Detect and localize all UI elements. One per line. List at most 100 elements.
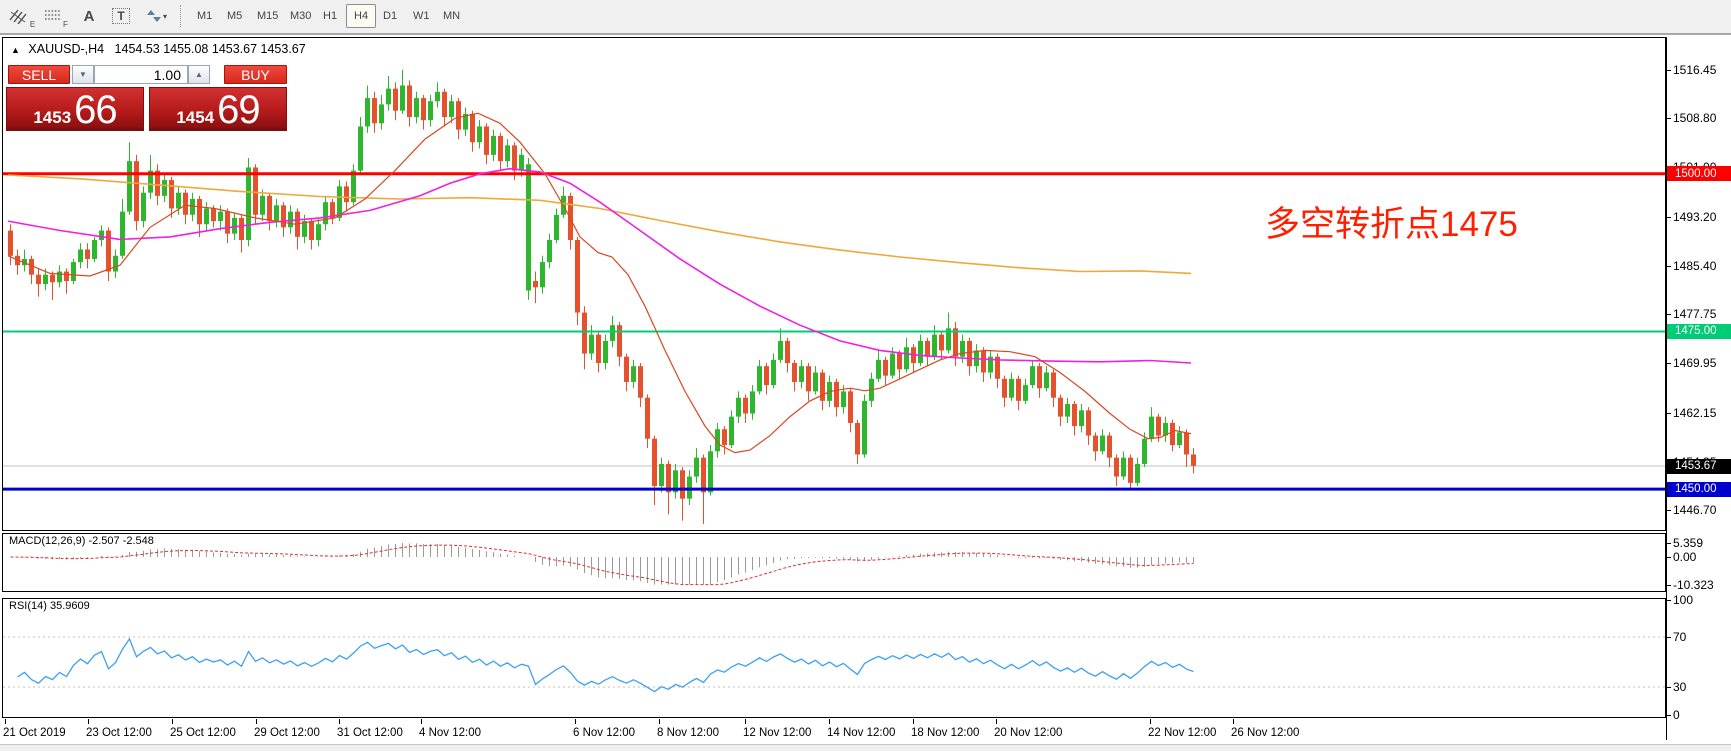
arrow-up-icon: ▲ bbox=[195, 70, 203, 79]
timeframe-button-m15[interactable]: M15 bbox=[250, 4, 285, 28]
letter-a-icon: A bbox=[84, 8, 95, 25]
rsi-tick-label: 30 bbox=[1673, 680, 1686, 694]
price-tick-mark bbox=[1666, 266, 1671, 267]
price-tick-mark bbox=[1666, 314, 1671, 315]
price-tick-mark bbox=[1666, 413, 1671, 414]
timeframe-button-h1[interactable]: H1 bbox=[316, 4, 344, 28]
timeframe-button-w1[interactable]: W1 bbox=[406, 4, 437, 28]
time-tick-mark bbox=[1150, 719, 1151, 724]
price-tick-mark bbox=[1666, 118, 1671, 119]
time-tick-mark bbox=[659, 719, 660, 724]
macd-tick-mark bbox=[1666, 543, 1671, 544]
toolbar: E F A T ▾ M1M5M15M30H1H4D1W1MN bbox=[0, 0, 1731, 33]
buy-price-panel[interactable]: 1454 69 bbox=[149, 87, 287, 131]
mt4-terminal: E F A T ▾ M1M5M15M30H1H4D1W1MN ▲ bbox=[0, 0, 1731, 751]
sell-button[interactable]: SELL bbox=[8, 65, 70, 84]
price-tick-mark bbox=[1666, 510, 1671, 511]
time-tick-label: 26 Nov 12:00 bbox=[1231, 727, 1299, 739]
sell-price-panel[interactable]: 1453 66 bbox=[6, 87, 144, 131]
collapse-panel-icon[interactable]: ▲ bbox=[11, 45, 20, 55]
crosshatch-icon bbox=[9, 8, 29, 24]
sell-price-small: 1453 bbox=[33, 108, 71, 128]
ohlc-values: 1454.53 1455.08 1453.67 1453.67 bbox=[115, 42, 306, 56]
price-tick-mark bbox=[1666, 70, 1671, 71]
rsi-tick-label: 70 bbox=[1673, 630, 1686, 644]
sell-price-big: 66 bbox=[74, 88, 117, 133]
sell-button-label: SELL bbox=[22, 67, 56, 83]
price-tick-mark bbox=[1666, 217, 1671, 218]
chart-title: ▲ XAUUSD-,H4 1454.53 1455.08 1453.67 145… bbox=[11, 42, 306, 56]
time-tick-label: 8 Nov 12:00 bbox=[657, 727, 719, 739]
price-tick-label: 1516.45 bbox=[1673, 63, 1716, 77]
macd-canvas[interactable] bbox=[3, 534, 1665, 591]
text-tool-button[interactable]: T bbox=[108, 3, 134, 29]
price-tick-label: 1469.95 bbox=[1673, 356, 1716, 370]
crosshatch-pattern-tool-button[interactable]: E bbox=[8, 3, 36, 29]
tool-sub-label: F bbox=[63, 20, 68, 29]
time-tick-mark bbox=[1233, 719, 1234, 724]
main-chart-panel: ▲ XAUUSD-,H4 1454.53 1455.08 1453.67 145… bbox=[2, 37, 1666, 531]
time-tick-label: 22 Nov 12:00 bbox=[1148, 727, 1216, 739]
timeframe-button-mn[interactable]: MN bbox=[436, 4, 467, 28]
time-tick-label: 18 Nov 12:00 bbox=[911, 727, 979, 739]
time-tick-label: 31 Oct 12:00 bbox=[337, 727, 403, 739]
time-tick-mark bbox=[575, 719, 576, 724]
volume-decrease-button[interactable]: ▼ bbox=[72, 65, 94, 84]
chart-text-annotation[interactable]: 多空转折点1475 bbox=[1265, 196, 1518, 247]
macd-tick-label: 0.00 bbox=[1673, 550, 1696, 564]
time-tick-mark bbox=[88, 719, 89, 724]
price-tick-mark bbox=[1666, 363, 1671, 364]
buy-button[interactable]: BUY bbox=[224, 65, 287, 84]
time-tick-label: 12 Nov 12:00 bbox=[743, 727, 811, 739]
timeframe-button-m30[interactable]: M30 bbox=[283, 4, 318, 28]
time-tick-label: 6 Nov 12:00 bbox=[573, 727, 635, 739]
timeframe-button-m5[interactable]: M5 bbox=[220, 4, 249, 28]
price-tick-label: 1485.40 bbox=[1673, 259, 1716, 273]
hline-price-badge[interactable]: 1475.00 bbox=[1667, 324, 1731, 339]
rsi-canvas[interactable] bbox=[3, 599, 1665, 717]
macd-tick-mark bbox=[1666, 585, 1671, 586]
arrow-down-icon: ▼ bbox=[79, 70, 87, 79]
time-tick-label: 21 Oct 2019 bbox=[3, 727, 66, 739]
volume-input[interactable] bbox=[94, 65, 188, 84]
rsi-tick-label: 0 bbox=[1673, 708, 1680, 722]
tool-sub-label: E bbox=[30, 20, 35, 29]
hline-price-badge[interactable]: 1500.00 bbox=[1667, 166, 1731, 181]
macd-label: MACD(12,26,9) -2.507 -2.548 bbox=[9, 535, 154, 547]
timeframe-button-d1[interactable]: D1 bbox=[376, 4, 404, 28]
letter-t-icon: T bbox=[112, 8, 129, 24]
rsi-panel: RSI(14) 35.9609 bbox=[2, 598, 1666, 718]
macd-panel: MACD(12,26,9) -2.507 -2.548 bbox=[2, 533, 1666, 592]
time-tick-mark bbox=[996, 719, 997, 724]
time-tick-mark bbox=[913, 719, 914, 724]
arrange-arrows-icon bbox=[147, 9, 161, 23]
timeframe-button-h4[interactable]: H4 bbox=[346, 4, 376, 28]
time-tick-label: 4 Nov 12:00 bbox=[419, 727, 481, 739]
time-tick-label: 25 Oct 12:00 bbox=[170, 727, 236, 739]
timeframe-button-m1[interactable]: M1 bbox=[190, 4, 219, 28]
time-tick-mark bbox=[5, 719, 6, 724]
status-bar-strip bbox=[0, 744, 1731, 751]
grid-pattern-tool-button[interactable]: F bbox=[42, 3, 70, 29]
price-scale-axis-line bbox=[1666, 37, 1667, 740]
grid-icon bbox=[44, 9, 62, 23]
time-tick-mark bbox=[172, 719, 173, 724]
rsi-tick-mark bbox=[1666, 687, 1671, 688]
price-tick-label: 1493.20 bbox=[1673, 210, 1716, 224]
time-tick-label: 20 Nov 12:00 bbox=[994, 727, 1062, 739]
macd-tick-label: 5.359 bbox=[1673, 536, 1703, 550]
price-tick-label: 1508.80 bbox=[1673, 111, 1716, 125]
toolbar-separator bbox=[180, 5, 181, 27]
price-tick-label: 1477.75 bbox=[1673, 307, 1716, 321]
hline-price-badge[interactable]: 1450.00 bbox=[1667, 482, 1731, 497]
time-tick-mark bbox=[829, 719, 830, 724]
price-tick-label: 1462.15 bbox=[1673, 406, 1716, 420]
rsi-tick-mark bbox=[1666, 637, 1671, 638]
rsi-tick-mark bbox=[1666, 715, 1671, 716]
volume-increase-button[interactable]: ▲ bbox=[188, 65, 210, 84]
buy-button-label: BUY bbox=[241, 67, 270, 83]
chevron-down-icon: ▾ bbox=[163, 12, 167, 21]
arrange-objects-tool-button[interactable]: ▾ bbox=[140, 3, 174, 29]
text-label-tool-button[interactable]: A bbox=[76, 3, 102, 29]
macd-tick-mark bbox=[1666, 557, 1671, 558]
